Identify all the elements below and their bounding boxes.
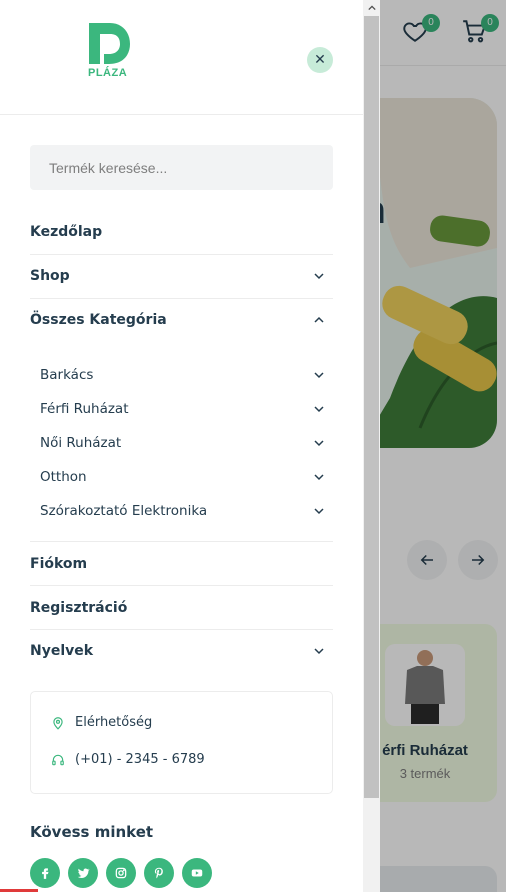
instagram-icon xyxy=(115,867,127,879)
contact-box: Elérhetőség (+01) - 2345 - 6789 xyxy=(30,691,333,794)
headset-icon xyxy=(52,754,64,765)
menu-item-account[interactable]: Fiókom xyxy=(30,542,333,586)
chevron-down-icon[interactable] xyxy=(313,471,325,483)
menu-item-register[interactable]: Regisztráció xyxy=(30,586,333,630)
chevron-down-icon[interactable] xyxy=(313,645,325,657)
follow-us-title: Kövess minket xyxy=(30,823,154,841)
youtube-icon xyxy=(191,869,203,877)
submenu-item-label: Szórakoztató Elektronika xyxy=(40,503,208,519)
facebook-icon xyxy=(42,868,49,879)
submenu-item-barkacs[interactable]: Barkács xyxy=(40,360,333,390)
menu-item-languages[interactable]: Nyelvek xyxy=(30,629,333,673)
twitter-link[interactable] xyxy=(68,858,98,888)
twitter-icon xyxy=(77,868,90,878)
submenu-item-szorakoztato-elektronika[interactable]: Szórakoztató Elektronika xyxy=(40,496,333,526)
panel-scrollbar[interactable] xyxy=(363,0,380,892)
chevron-down-icon[interactable] xyxy=(313,403,325,415)
submenu-item-label: Női Ruházat xyxy=(40,435,122,451)
menu-item-label: Regisztráció xyxy=(30,600,128,616)
contact-location-label: Elérhetőség xyxy=(75,715,153,730)
menu-item-home[interactable]: Kezdőlap xyxy=(30,210,333,254)
contact-phone-link[interactable]: (+01) - 2345 - 6789 xyxy=(51,752,205,767)
logo-wordmark: PLÁZA xyxy=(88,67,128,79)
facebook-link[interactable] xyxy=(30,858,60,888)
scrollbar-thumb[interactable] xyxy=(364,16,379,798)
scroll-up-button[interactable] xyxy=(363,0,380,16)
chevron-down-icon[interactable] xyxy=(313,270,325,282)
menu-item-label: Nyelvek xyxy=(30,643,94,659)
menu-item-label: Kezdőlap xyxy=(30,224,103,240)
close-icon: ✕ xyxy=(314,52,326,68)
pinterest-link[interactable] xyxy=(144,858,174,888)
chevron-up-icon[interactable] xyxy=(313,314,325,326)
submenu-item-label: Otthon xyxy=(40,469,87,485)
pinterest-icon xyxy=(154,867,163,879)
youtube-link[interactable] xyxy=(182,858,212,888)
instagram-link[interactable] xyxy=(106,858,136,888)
submenu-item-noi-ruhazat[interactable]: Női Ruházat xyxy=(40,428,333,458)
search-input[interactable] xyxy=(30,145,333,190)
menu-item-label: Shop xyxy=(30,268,70,284)
submenu-item-otthon[interactable]: Otthon xyxy=(40,462,333,492)
menu-item-label: Fiókom xyxy=(30,556,88,572)
caret-up-icon xyxy=(367,5,376,11)
submenu-item-label: Férfi Ruházat xyxy=(40,401,129,417)
menu-item-label: Összes Kategória xyxy=(30,312,167,328)
contact-phone-number: (+01) - 2345 - 6789 xyxy=(75,752,205,767)
close-menu-button[interactable]: ✕ xyxy=(307,47,333,73)
menu-item-all-categories[interactable]: Összes Kategória xyxy=(30,298,333,342)
panel-header: PLÁZA ✕ xyxy=(0,0,363,115)
mobile-menu-panel: PLÁZA ✕ Kezdőlap Shop Összes Kategória B… xyxy=(0,0,363,892)
submenu-item-ferfi-ruhazat[interactable]: Férfi Ruházat xyxy=(40,394,333,424)
location-pin-icon xyxy=(53,716,63,730)
submenu-item-label: Barkács xyxy=(40,367,94,383)
chevron-down-icon[interactable] xyxy=(313,369,325,381)
contact-location-link[interactable]: Elérhetőség xyxy=(51,715,152,730)
chevron-down-icon[interactable] xyxy=(313,505,325,517)
menu-item-shop[interactable]: Shop xyxy=(30,254,333,298)
chevron-down-icon[interactable] xyxy=(313,437,325,449)
social-links xyxy=(30,858,212,888)
